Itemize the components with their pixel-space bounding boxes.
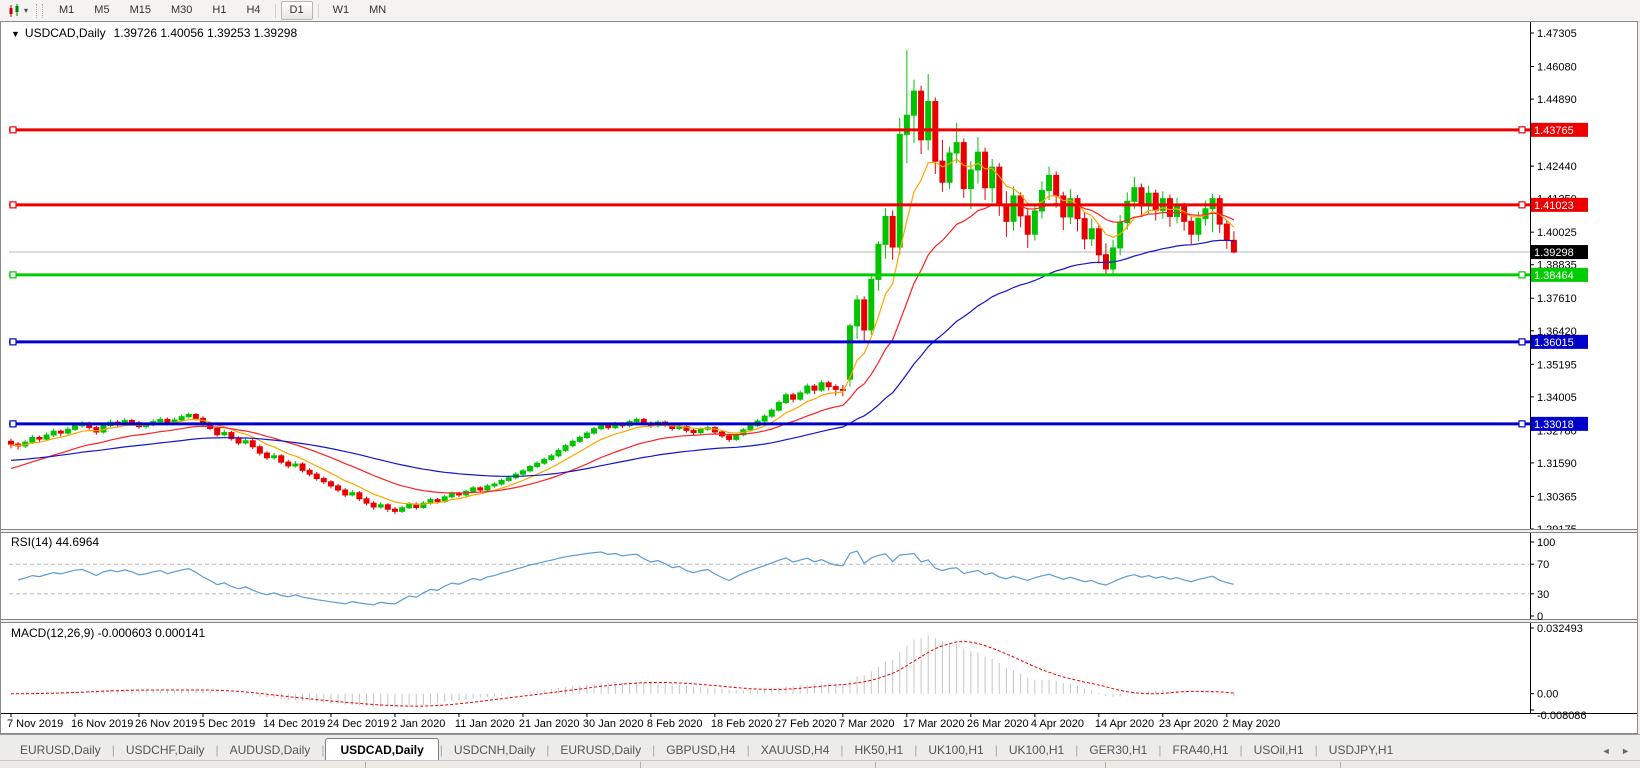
- timeframe-button-M5[interactable]: M5: [85, 1, 118, 20]
- status-divider: [1340, 762, 1341, 768]
- tab-eurusd-daily[interactable]: EURUSD,Daily: [10, 739, 111, 761]
- toolbar-separator: [318, 4, 319, 18]
- price-badge-label: 1.41023: [1534, 200, 1574, 212]
- tab-ger30-h1[interactable]: GER30,H1: [1079, 739, 1157, 761]
- chart-ohlc-values: 1.39726 1.40056 1.39253 1.39298: [114, 26, 298, 40]
- date-label: 14 Dec 2019: [263, 718, 325, 730]
- tabs-scroll-right-icon[interactable]: ►: [1621, 746, 1634, 756]
- chart-plot-area[interactable]: [9, 22, 1529, 713]
- date-label: 2 May 2020: [1223, 718, 1280, 730]
- price-tick-label: 1.34005: [1537, 392, 1577, 404]
- tab-usdcnh-daily[interactable]: USDCNH,Daily: [444, 739, 545, 761]
- candlestick-chart-icon[interactable]: [4, 3, 24, 19]
- timeframe-button-M1[interactable]: M1: [50, 1, 83, 20]
- price-badge-label: 1.33018: [1534, 419, 1574, 431]
- date-label: 23 Apr 2020: [1159, 718, 1218, 730]
- status-strip: [0, 760, 1640, 768]
- chart-canvas[interactable]: 1.473051.460801.448901.436651.424401.412…: [1, 22, 1637, 733]
- date-label: 5 Dec 2019: [199, 718, 255, 730]
- timeframe-button-D1[interactable]: D1: [281, 1, 313, 20]
- tab-audusd-daily[interactable]: AUDUSD,Daily: [220, 739, 321, 761]
- tab-usoil-h1[interactable]: USOil,H1: [1244, 739, 1314, 761]
- macd-scale-label: 0.032493: [1537, 623, 1583, 635]
- price-tick-label: 1.30365: [1537, 491, 1577, 503]
- date-label: 7 Nov 2019: [7, 718, 63, 730]
- tab-fra40-h1[interactable]: FRA40,H1: [1162, 739, 1238, 761]
- toolbar-grip[interactable]: [36, 4, 43, 18]
- price-tick-label: 1.44890: [1537, 94, 1577, 106]
- date-label: 7 Mar 2020: [839, 718, 895, 730]
- current-price-label: 1.39298: [1534, 247, 1574, 259]
- timeframe-button-W1[interactable]: W1: [324, 1, 359, 20]
- tab-gbpusd-h4[interactable]: GBPUSD,H4: [656, 739, 745, 761]
- rsi-scale-label: 0: [1537, 611, 1543, 623]
- status-divider: [365, 762, 366, 768]
- macd-scale-label: 0.00: [1537, 689, 1558, 701]
- timeframe-toolbar: ▾ M1M5M15M30H1H4 D1 W1MN: [0, 0, 1640, 22]
- timeframe-button-M15[interactable]: M15: [121, 1, 160, 20]
- status-divider: [1105, 762, 1106, 768]
- tab-uk100-h1[interactable]: UK100,H1: [999, 739, 1074, 761]
- date-label: 4 Apr 2020: [1031, 718, 1084, 730]
- macd-scale-label: -0.008086: [1537, 710, 1587, 722]
- price-tick-label: 1.35195: [1537, 359, 1577, 371]
- tab-eurusd-daily[interactable]: EURUSD,Daily: [550, 739, 651, 761]
- chart-tab-bar: EURUSD,Daily|USDCHF,Daily|AUDUSD,Daily|U…: [0, 734, 1640, 761]
- rsi-scale-label: 100: [1537, 537, 1555, 549]
- chart-title: ▼ USDCAD,Daily 1.39726 1.40056 1.39253 1.3…: [11, 26, 297, 40]
- date-label: 17 Mar 2020: [903, 718, 965, 730]
- price-tick-label: 1.47305: [1537, 28, 1577, 40]
- rsi-scale-label: 70: [1537, 559, 1549, 571]
- chart-window: 1.473051.460801.448901.436651.424401.412…: [0, 21, 1638, 734]
- rsi-scale-label: 30: [1537, 589, 1549, 601]
- date-label: 27 Feb 2020: [775, 718, 837, 730]
- timeframe-button-M30[interactable]: M30: [162, 1, 201, 20]
- tab-hk50-h1[interactable]: HK50,H1: [845, 739, 914, 761]
- timeframe-button-H4[interactable]: H4: [237, 1, 269, 20]
- price-tick-label: 1.42440: [1537, 161, 1577, 173]
- tab-usdcad-daily[interactable]: USDCAD,Daily: [325, 738, 438, 761]
- price-badge-label: 1.43765: [1534, 125, 1574, 137]
- date-label: 8 Feb 2020: [647, 718, 703, 730]
- timeframe-button-MN[interactable]: MN: [360, 1, 395, 20]
- rsi-label: RSI(14) 44.6964: [11, 535, 99, 549]
- price-tick-label: 1.40025: [1537, 227, 1577, 239]
- chart-symbol: USDCAD,Daily: [25, 26, 106, 40]
- status-divider: [640, 762, 641, 768]
- mt4-app: ▾ M1M5M15M30H1H4 D1 W1MN 1.47305 1.46080 1.4…: [0, 0, 1640, 768]
- tabs-scroll-left-icon[interactable]: ◄: [1602, 746, 1615, 756]
- price-badge-label: 1.38464: [1534, 270, 1574, 282]
- date-label: 21 Jan 2020: [519, 718, 580, 730]
- dropdown-caret-icon[interactable]: ▾: [24, 6, 34, 15]
- price-tick-label: 1.46080: [1537, 62, 1577, 74]
- tab-usdjpy-h1[interactable]: USDJPY,H1: [1319, 739, 1403, 761]
- price-badge-label: 1.36015: [1534, 337, 1574, 349]
- collapse-icon[interactable]: ▼: [11, 29, 20, 39]
- price-tick-label: 1.31590: [1537, 458, 1577, 470]
- macd-label: MACD(12,26,9) -0.000603 0.000141: [11, 626, 205, 640]
- date-label: 26 Nov 2019: [135, 718, 197, 730]
- status-divider: [875, 762, 876, 768]
- timeframe-button-H1[interactable]: H1: [203, 1, 235, 20]
- tab-uk100-h1[interactable]: UK100,H1: [918, 739, 993, 761]
- date-label: 2 Jan 2020: [391, 718, 445, 730]
- date-label: 18 Feb 2020: [711, 718, 773, 730]
- date-label: 14 Apr 2020: [1095, 718, 1154, 730]
- tab-usdchf-daily[interactable]: USDCHF,Daily: [116, 739, 215, 761]
- price-tick-label: 1.37610: [1537, 293, 1577, 305]
- date-label: 24 Dec 2019: [327, 718, 389, 730]
- date-label: 30 Jan 2020: [583, 718, 644, 730]
- date-label: 11 Jan 2020: [455, 718, 515, 730]
- tab-xauusd-h4[interactable]: XAUUSD,H4: [751, 739, 840, 761]
- date-label: 26 Mar 2020: [967, 718, 1029, 730]
- date-label: 16 Nov 2019: [71, 718, 133, 730]
- toolbar-separator: [275, 4, 276, 18]
